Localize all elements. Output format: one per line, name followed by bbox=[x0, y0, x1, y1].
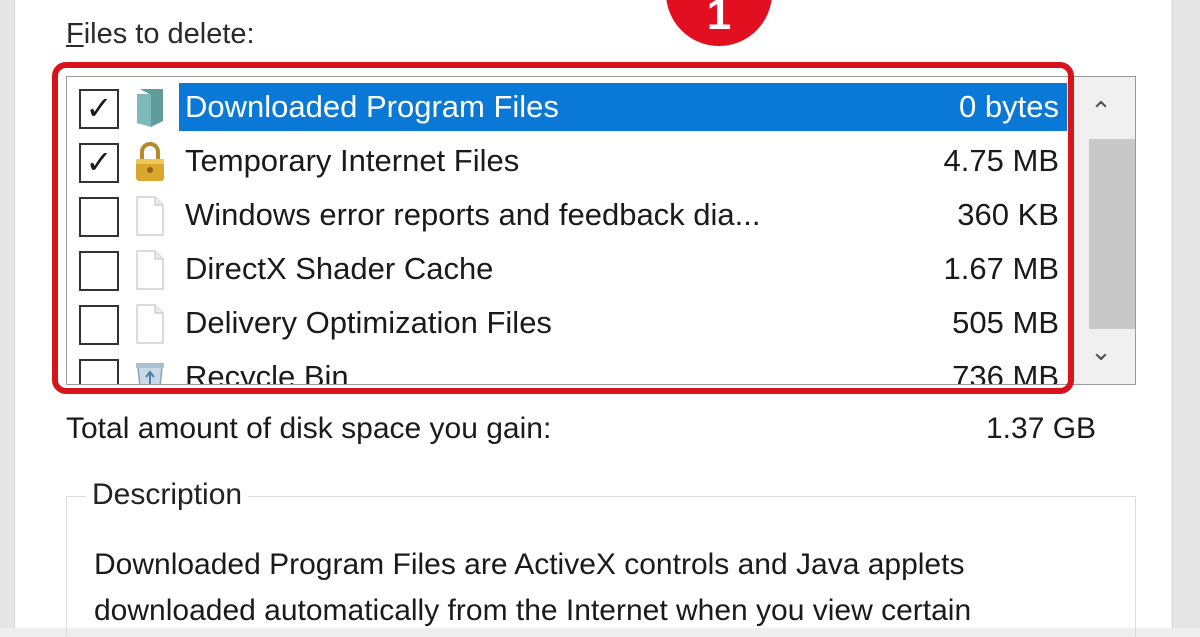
file-size: 4.75 MB bbox=[943, 143, 1059, 178]
file-row-delivery-optimization-files[interactable]: Delivery Optimization Files 505 MB bbox=[67, 296, 1067, 350]
files-to-delete-label: Files to delete: bbox=[66, 18, 255, 51]
total-space-label: Total amount of disk space you gain: bbox=[66, 412, 552, 445]
file-size: 736 MB bbox=[952, 359, 1059, 385]
file-name-text: DirectX Shader Cache bbox=[185, 251, 494, 286]
total-space-value: 1.37 GB bbox=[986, 412, 1097, 445]
file-row-windows-error-reports[interactable]: Windows error reports and feedback dia..… bbox=[67, 188, 1067, 242]
file-name-text: Delivery Optimization Files bbox=[185, 305, 552, 340]
file-name-text: Recycle Bin bbox=[185, 359, 349, 385]
file-size: 360 KB bbox=[957, 197, 1059, 232]
files-label-text: iles to delete: bbox=[83, 18, 255, 50]
document-icon bbox=[136, 250, 164, 290]
scroll-down-icon[interactable]: ⌄ bbox=[1067, 323, 1135, 379]
file-name: Temporary Internet Files 4.75 MB bbox=[179, 137, 1067, 185]
list-scrollbar[interactable]: ⌃ ⌄ bbox=[1067, 77, 1135, 384]
checkbox-downloaded-program-files[interactable]: ✓ bbox=[79, 89, 119, 129]
file-name: DirectX Shader Cache 1.67 MB bbox=[179, 245, 1067, 293]
checkbox-windows-error-reports[interactable] bbox=[79, 197, 119, 237]
files-label-mnemonic: F bbox=[66, 18, 84, 50]
downloaded-program-folder-icon bbox=[137, 89, 163, 127]
file-name-text: Temporary Internet Files bbox=[185, 143, 520, 178]
file-name: Recycle Bin 736 MB bbox=[179, 353, 1067, 385]
file-name-text: Downloaded Program Files bbox=[185, 89, 559, 124]
file-name-text: Windows error reports and feedback dia..… bbox=[185, 197, 761, 232]
checkbox-recycle-bin[interactable] bbox=[79, 359, 119, 384]
file-name: Windows error reports and feedback dia..… bbox=[179, 191, 1067, 239]
description-legend: Description bbox=[86, 478, 249, 512]
document-icon bbox=[136, 304, 164, 344]
file-name: Downloaded Program Files 0 bytes bbox=[179, 83, 1067, 131]
background-right-edge bbox=[1172, 0, 1200, 628]
scroll-thumb[interactable] bbox=[1089, 139, 1135, 329]
lock-icon bbox=[136, 142, 164, 181]
checkbox-delivery-optimization-files[interactable] bbox=[79, 305, 119, 345]
scroll-up-icon[interactable]: ⌃ bbox=[1067, 83, 1135, 139]
checkbox-directx-shader-cache[interactable] bbox=[79, 251, 119, 291]
checkbox-temporary-internet-files[interactable]: ✓ bbox=[79, 143, 119, 183]
recycle-bin-icon bbox=[136, 363, 164, 384]
file-row-recycle-bin[interactable]: Recycle Bin 736 MB bbox=[67, 350, 1067, 385]
file-row-temporary-internet-files[interactable]: ✓ Temporary Internet Files 4.75 MB bbox=[67, 134, 1067, 188]
description-text: Downloaded Program Files are ActiveX con… bbox=[94, 548, 972, 627]
file-name: Delivery Optimization Files 505 MB bbox=[179, 299, 1067, 347]
file-size: 0 bytes bbox=[959, 89, 1059, 124]
background-left-edge bbox=[0, 0, 15, 628]
files-to-delete-list[interactable]: ✓ Downloaded Program Files 0 bytes ✓ Tem… bbox=[66, 76, 1136, 385]
file-row-downloaded-program-files[interactable]: ✓ Downloaded Program Files 0 bytes bbox=[67, 80, 1067, 134]
file-size: 1.67 MB bbox=[943, 251, 1059, 286]
file-row-directx-shader-cache[interactable]: DirectX Shader Cache 1.67 MB bbox=[67, 242, 1067, 296]
document-icon bbox=[136, 196, 164, 236]
file-size: 505 MB bbox=[952, 305, 1059, 340]
